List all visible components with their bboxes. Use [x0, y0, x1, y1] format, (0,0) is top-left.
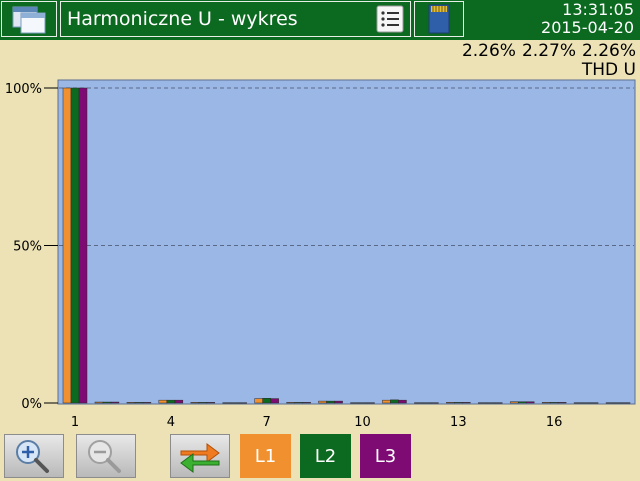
thd-label: THD U	[581, 60, 636, 80]
bar-l3-h14	[494, 402, 503, 404]
bar-l3-h5	[206, 402, 216, 404]
bar-l3-h9	[334, 400, 343, 404]
bar-l1-h10	[350, 402, 359, 404]
bar-l1-h13	[446, 402, 455, 404]
windows-icon	[12, 6, 46, 34]
swap-icon	[180, 443, 220, 473]
bar-l1-h1	[62, 87, 72, 404]
bar-l2-h9	[326, 400, 335, 404]
x-tick-label: 1	[71, 415, 79, 430]
bar-l1-h17	[573, 402, 583, 404]
bar-l2-h12	[422, 402, 431, 404]
bar-l3-h17	[589, 402, 599, 404]
y-tick-label: 50%	[13, 240, 42, 255]
bar-l3-h3	[142, 402, 152, 404]
phase-l1-button[interactable]: L1	[240, 434, 291, 478]
bar-l2-h14	[486, 402, 495, 404]
bar-l1-h18	[605, 402, 615, 404]
sd-card-button[interactable]	[414, 1, 464, 37]
clock: 13:31:05 2015-04-20	[541, 1, 634, 37]
bar-l2-h11	[390, 399, 399, 404]
thd-value-l1: 2.26%	[461, 41, 516, 61]
bar-l1-h5	[190, 402, 200, 404]
bar-l2-h1	[70, 87, 80, 404]
bar-l3-h18	[621, 402, 631, 404]
bar-l1-h11	[382, 399, 391, 404]
bar-l1-h12	[414, 402, 423, 404]
bar-l3-h6	[238, 402, 247, 404]
bar-l2-h15	[517, 401, 527, 404]
bar-l1-h3	[126, 402, 136, 404]
bar-l3-h12	[430, 402, 439, 404]
x-tick-label: 10	[354, 415, 371, 430]
bar-l2-h2	[102, 401, 112, 404]
x-tick-label: 13	[450, 415, 467, 430]
bar-l2-h18	[613, 402, 623, 404]
bar-l3-h15	[525, 401, 535, 404]
bar-l2-h7	[262, 398, 271, 404]
bar-l1-h16	[541, 402, 551, 404]
zoom-out-button[interactable]	[76, 434, 136, 478]
bar-l3-h1	[78, 87, 88, 404]
bar-l2-h10	[358, 402, 367, 404]
bar-l1-h14	[478, 402, 487, 404]
bar-l3-h7	[270, 398, 279, 404]
phase-l3-button[interactable]: L3	[360, 434, 411, 478]
bar-l3-h4	[174, 399, 184, 404]
bar-l1-h8	[286, 402, 295, 404]
bar-l3-h11	[398, 399, 407, 404]
title-box: Harmoniczne U - wykres	[60, 1, 411, 37]
zoom-in-icon	[16, 440, 49, 473]
x-tick-label: 7	[263, 415, 271, 430]
bar-l2-h4	[166, 399, 176, 404]
plot-area	[57, 79, 636, 405]
sd-card-icon	[428, 4, 450, 34]
harmonics-chart: 100% 50% 0% 1 4 7 10 13 16	[5, 79, 636, 430]
bar-l2-h16	[549, 402, 559, 404]
bar-l1-h2	[94, 401, 104, 404]
bar-l2-h8	[294, 402, 303, 404]
windows-button[interactable]	[1, 1, 57, 37]
bar-l1-h4	[158, 399, 168, 404]
bar-l3-h10	[366, 402, 375, 404]
bar-l1-h15	[509, 401, 519, 404]
bar-l3-h8	[302, 402, 311, 404]
bar-l2-h17	[581, 402, 591, 404]
bar-l1-h6	[222, 402, 231, 404]
y-tick-label: 100%	[5, 82, 42, 97]
bar-l2-h6	[230, 402, 239, 404]
zoom-in-button[interactable]	[4, 434, 64, 478]
list-icon[interactable]	[376, 5, 404, 33]
bar-l2-h3	[134, 402, 144, 404]
clock-time: 13:31:05	[562, 0, 634, 19]
thd-value-l2: 2.27%	[521, 41, 576, 61]
y-tick-label: 0%	[21, 397, 42, 412]
bar-l2-h5	[198, 402, 208, 404]
zoom-out-icon	[88, 440, 121, 473]
thd-values: 2.26% 2.27% 2.26%	[456, 41, 636, 61]
top-bar: Harmoniczne U - wykres 13:31:05 2015-04-…	[0, 0, 640, 40]
page-title: Harmoniczne U - wykres	[67, 8, 298, 30]
bar-l1-h7	[254, 398, 263, 404]
bar-l2-h13	[454, 402, 463, 404]
clock-date: 2015-04-20	[541, 18, 634, 37]
swap-button[interactable]	[170, 434, 230, 478]
x-tick-label: 4	[167, 415, 175, 430]
bar-l3-h16	[557, 402, 567, 404]
bar-l1-h9	[318, 400, 327, 404]
bar-l3-h2	[110, 401, 120, 404]
bar-l3-h13	[462, 402, 471, 404]
x-tick-label: 16	[546, 415, 563, 430]
phase-l2-button[interactable]: L2	[300, 434, 351, 478]
thd-value-l3: 2.26%	[581, 41, 636, 61]
